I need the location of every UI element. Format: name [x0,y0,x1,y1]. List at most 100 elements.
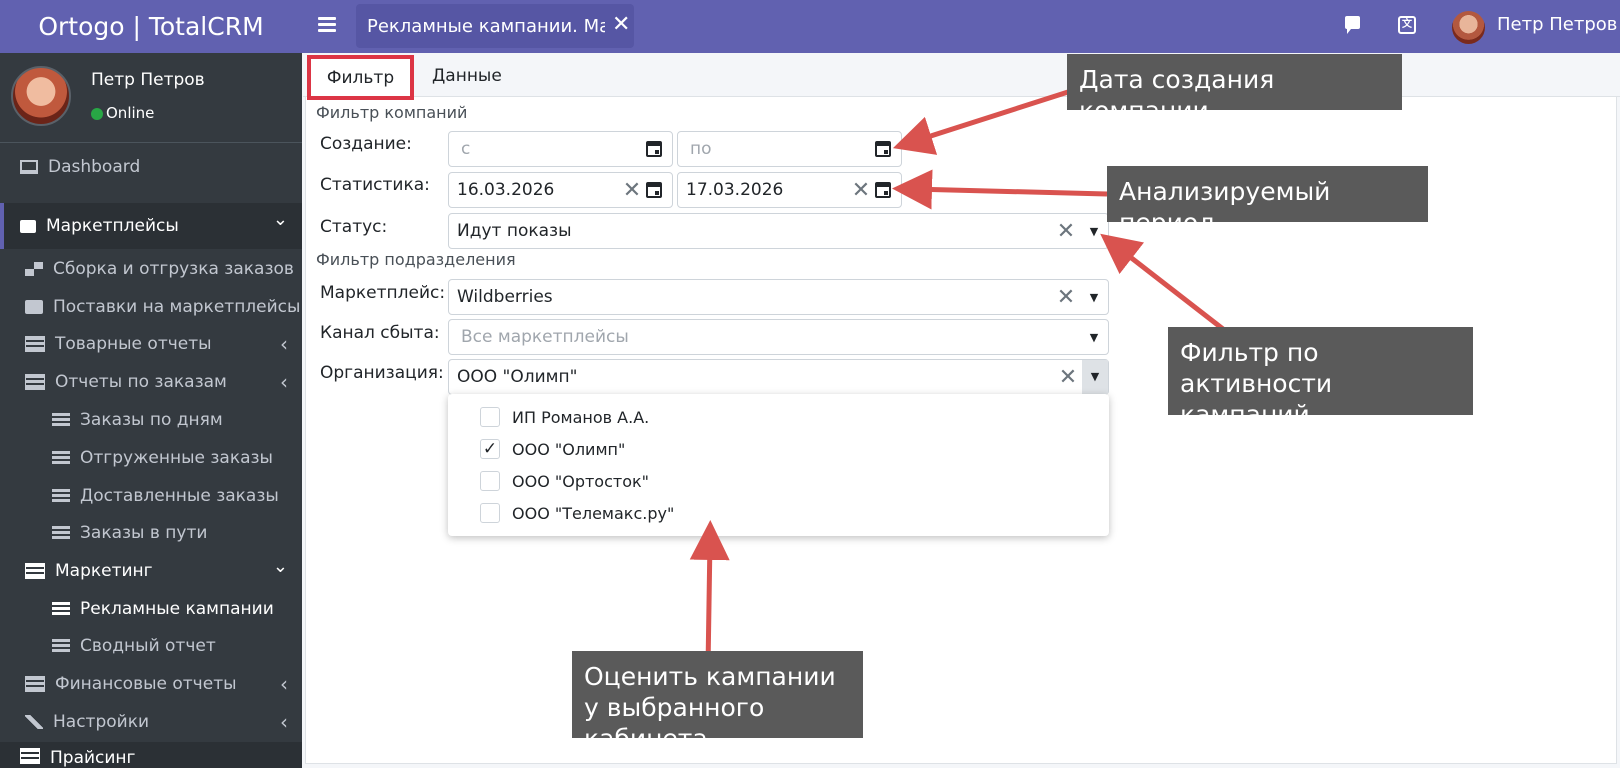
caret-down-icon[interactable]: ▼ [1080,331,1108,344]
sidebar-item-product-reports[interactable]: Товарные отчеты ‹ [0,325,302,363]
list-icon [52,526,70,540]
calendar-icon[interactable] [646,141,662,157]
user-avatar[interactable] [1452,11,1485,44]
checkbox-checked[interactable]: ✓ [480,439,500,459]
note-evaluate-cabinet: Оценить кампании у выбранного кабинета [572,651,863,753]
sidebar-item-pricing[interactable]: Прайсинг [0,742,302,768]
sidebar-item-ad-campaigns[interactable]: Рекламные кампании [0,590,302,628]
marketplace-value: Wildberries [457,287,553,307]
sidebar-user-name[interactable]: Петр Петров [91,70,205,90]
calendar-icon[interactable] [646,182,662,198]
list-icon [52,413,70,427]
clear-icon[interactable]: ✕ [1054,365,1082,390]
note-period: Анализируемый период [1107,166,1428,237]
sidebar-item-shipped-orders[interactable]: Отгруженные заказы [0,439,302,477]
stats-label: Статистика: [320,175,430,195]
sidebar-item-label: Маркетинг [55,561,153,581]
translate-icon[interactable]: 文 [1398,16,1416,34]
note-activity-filter: Фильтр по активности кампаний [1168,327,1473,429]
user-menu-name[interactable]: Петр Петров [1497,14,1617,35]
clear-icon[interactable]: ✕ [1052,219,1080,244]
sidebar-item-marketplaces[interactable]: Маркетплейсы ⌄ [0,203,302,249]
brand-logo[interactable]: Ortogo | TotalCRM [0,0,302,53]
tab-data[interactable]: Данные [432,66,502,86]
table-icon [25,676,45,692]
calendar-icon[interactable] [875,141,891,157]
checkbox[interactable] [480,503,500,523]
org-option-label: ИП Романов А.А. [512,407,650,427]
sidebar-item-dashboard[interactable]: Dashboard [0,148,302,186]
org-option-label: ООО "Ортосток" [512,471,650,491]
list-icon [52,451,70,465]
menu-toggle-icon[interactable] [318,17,336,33]
sidebar-item-financial-reports[interactable]: Финансовые отчеты ‹ [0,665,302,703]
sidebar-item-label: Рекламные кампании [80,599,274,619]
clear-icon[interactable]: ✕ [618,178,646,203]
list-icon [52,639,70,653]
sidebar-item-label: Маркетплейсы [46,216,179,236]
sidebar-item-label: Доставленные заказы [80,486,279,506]
checkbox[interactable] [480,407,500,427]
stats-to-value: 17.03.2026 [686,180,784,200]
sidebar-item-order-reports[interactable]: Отчеты по заказам ‹ [0,363,302,401]
tab-filter[interactable]: Фильтр [307,55,414,100]
chevron-down-icon: ⌄ [272,556,288,577]
table-icon [25,563,45,579]
channel-select[interactable]: Все маркетплейсы ▼ [448,319,1109,355]
caret-down-icon[interactable]: ▼ [1080,225,1108,238]
wrench-icon [25,715,43,729]
status-value: Идут показы [457,221,572,241]
table-icon [25,336,45,352]
org-select[interactable]: ООО "Олимп" ✕ ▼ [448,359,1109,395]
creation-label: Создание: [320,134,412,154]
clear-icon[interactable]: ✕ [847,178,875,203]
org-value: ООО "Олимп" [457,367,578,387]
chevron-down-icon: ⌄ [272,209,288,230]
dropbox-icon [25,262,43,276]
sidebar-item-marketing[interactable]: Маркетинг ⌄ [0,552,302,590]
sidebar-item-orders-by-day[interactable]: Заказы по дням [0,401,302,439]
sidebar-item-label: Отчеты по заказам [55,372,227,392]
clear-icon[interactable]: ✕ [1052,285,1080,310]
sidebar-item-settings[interactable]: Настройки ‹ [0,703,302,741]
chevron-left-icon: ‹ [280,370,288,394]
sidebar-item-supplies[interactable]: Поставки на маркетплейсы [0,288,302,326]
sidebar-item-orders-in-transit[interactable]: Заказы в пути [0,514,302,552]
org-option[interactable]: ООО "Ортосток" [480,469,649,493]
creation-to-input[interactable]: по [677,131,902,167]
creation-from-placeholder: с [461,139,471,159]
calendar-icon[interactable] [875,182,891,198]
sidebar-item-label: Сводный отчет [80,636,216,656]
org-option-label: ООО "Телемакс.ру" [512,503,675,523]
org-option[interactable]: ✓ ООО "Олимп" [480,437,625,461]
caret-down-icon[interactable]: ▼ [1082,360,1108,394]
table-icon [25,374,45,390]
sidebar-item-label: Настройки [53,712,150,732]
creation-to-placeholder: по [690,139,712,159]
sidebar-item-summary-report[interactable]: Сводный отчет [0,627,302,665]
creation-from-input[interactable]: с [448,131,673,167]
monitor-icon [20,160,38,174]
sidebar-item-label: Dashboard [48,157,141,177]
shopping-bag-icon [20,219,36,233]
sidebar-item-label: Поставки на маркетплейсы [53,297,301,317]
online-status-text: Online [106,104,155,122]
tab-advertising-campaigns[interactable]: Рекламные кампании. Ма... [356,4,634,48]
org-option[interactable]: ИП Романов А.А. [480,405,649,429]
checkbox[interactable] [480,471,500,491]
sidebar-item-label: Отгруженные заказы [80,448,273,468]
status-select[interactable]: Идут показы ✕ ▼ [448,213,1109,249]
sidebar-item-assembly[interactable]: Сборка и отгрузка заказов [0,250,302,288]
note-creation-date: Дата создания компании [1067,54,1402,125]
chat-icon[interactable] [1345,16,1360,34]
org-option[interactable]: ООО "Телемакс.ру" [480,501,674,525]
tab-title: Рекламные кампании. Ма... [367,15,605,37]
stats-from-input[interactable]: 16.03.2026 ✕ [448,172,673,208]
sidebar-item-label: Финансовые отчеты [55,674,237,694]
caret-down-icon[interactable]: ▼ [1080,291,1108,304]
sidebar-item-delivered-orders[interactable]: Доставленные заказы [0,477,302,515]
org-option-label: ООО "Олимп" [512,439,626,459]
close-tab-icon[interactable]: ✕ [612,14,630,36]
marketplace-select[interactable]: Wildberries ✕ ▼ [448,279,1109,315]
stats-to-input[interactable]: 17.03.2026 ✕ [677,172,902,208]
